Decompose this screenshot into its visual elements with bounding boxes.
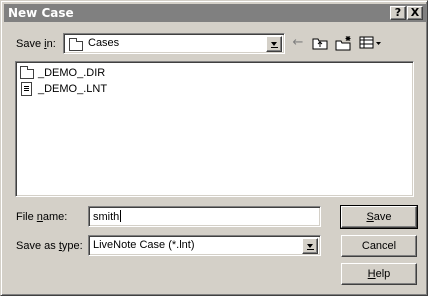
cancel-button[interactable]: Cancel (341, 235, 417, 257)
save-button[interactable]: Save (340, 205, 418, 229)
help-title-button[interactable]: ? (390, 6, 406, 20)
list-item-label: _DEMO_.DIR (38, 67, 106, 79)
file-name-label: File name: (16, 211, 68, 223)
chevron-down-icon[interactable] (302, 238, 318, 254)
folder-icon (69, 38, 83, 51)
help-title-label: ? (394, 6, 402, 19)
close-button[interactable]: X (407, 6, 423, 20)
title-bar[interactable]: New Case ? X (4, 4, 426, 22)
file-name-value: smith (93, 210, 122, 223)
new-folder-icon[interactable] (334, 34, 354, 52)
save-in-combobox[interactable]: Cases (63, 33, 285, 54)
views-menu-icon[interactable] (358, 34, 384, 52)
window-title: New Case (8, 6, 74, 20)
new-case-dialog: New Case ? X Save in: Cases ← _DEMO_.DIR… (0, 0, 428, 296)
save-as-type-value: LiveNote Case (*.lnt) (93, 239, 195, 251)
close-icon: X (410, 6, 420, 19)
list-item-label: _DEMO_.LNT (38, 83, 108, 95)
save-as-type-label: Save as type: (16, 240, 83, 252)
save-as-type-select[interactable]: LiveNote Case (*.lnt) (88, 235, 321, 256)
save-in-label: Save in: (16, 38, 56, 50)
chevron-down-icon[interactable] (266, 36, 282, 52)
folder-icon (20, 66, 34, 79)
save-in-value: Cases (88, 37, 120, 49)
help-button[interactable]: Help (341, 263, 417, 285)
file-name-field[interactable]: smith (88, 206, 321, 227)
up-one-level-icon[interactable] (310, 34, 330, 52)
file-icon (21, 82, 32, 96)
back-arrow-icon[interactable]: ← (289, 34, 307, 52)
file-list[interactable]: _DEMO_.DIR _DEMO_.LNT (15, 61, 414, 197)
